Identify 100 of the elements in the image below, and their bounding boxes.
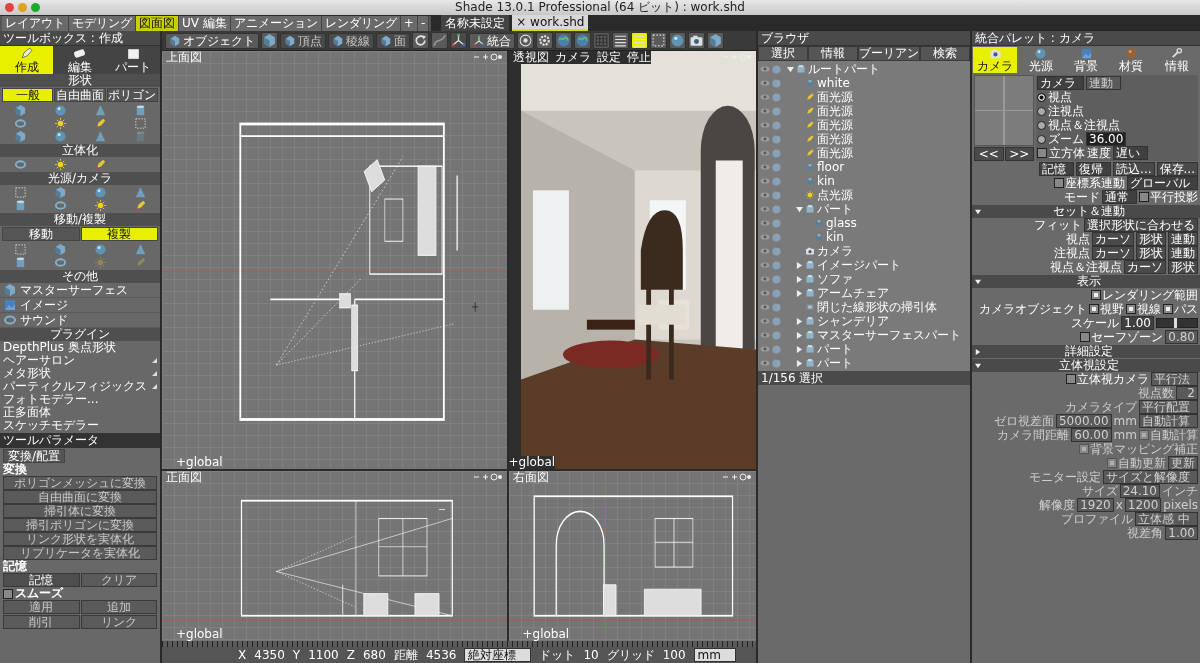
eye-icon[interactable] [760,275,770,283]
tree-item[interactable]: イメージパート [817,258,901,272]
toolbar-button[interactable]: 統合 [469,32,515,49]
viewport[interactable]: 上面図 +global [162,51,507,469]
ring-icon[interactable] [53,199,67,212]
eye-icon[interactable] [760,93,770,101]
group-tab[interactable]: 変換/配置 [3,449,66,463]
expand-arrow[interactable] [796,331,803,339]
dropdown[interactable]: 記憶 [1039,162,1075,176]
expand-arrow[interactable] [796,345,803,353]
dropdown[interactable]: グローバル [1127,176,1198,190]
eye-icon[interactable] [760,233,770,241]
toolbar-button[interactable]: オブジェクト [165,32,259,49]
view-menu[interactable]: 透視図 [512,51,549,64]
plugin-item[interactable]: DepthPlus 奥点形状 [0,341,160,354]
view-menu-item[interactable]: カメラ [554,51,591,64]
pen-icon[interactable] [133,199,147,212]
plugin-item[interactable]: フォトモデラー... [0,393,160,406]
tool-item[interactable]: サウンド [20,313,68,327]
workspace-tab[interactable]: レンダリング [321,16,401,31]
tree-item[interactable]: ソファ [817,272,853,286]
mode-button[interactable]: 編集 [53,46,107,74]
cube-icon[interactable] [13,104,27,117]
palette-tab[interactable]: カメラ [973,47,1018,73]
palette-tab[interactable]: 情報 [1154,47,1200,73]
gear-icon[interactable] [536,32,553,49]
eye-icon[interactable] [760,135,770,143]
section-header[interactable]: その他 [0,270,160,283]
expand-arrow[interactable] [796,275,803,283]
sphere-icon[interactable] [53,130,67,143]
target-icon[interactable] [517,32,534,49]
workspace-tab[interactable]: 図面図 [136,16,179,31]
view-menu[interactable]: 正面図 [166,471,202,484]
cube-icon[interactable] [13,130,27,143]
palette-button[interactable]: 保存... [1156,162,1198,176]
checkbox[interactable] [1139,192,1149,202]
camera-icon[interactable] [688,32,705,49]
view-menu-item[interactable]: 設定 [596,51,621,64]
palette-button[interactable]: カーソ [1092,232,1134,246]
unit-dropdown[interactable]: mm [693,648,736,662]
browser-tab[interactable]: ブーリアン [858,46,920,61]
radio-button[interactable] [1037,92,1046,102]
palette-button[interactable]: 読込... [1113,162,1155,176]
tree-item[interactable]: シャンデリア [817,314,889,328]
palette-tab[interactable]: 背景 [1063,47,1109,73]
section-tab[interactable]: 移動 [2,227,80,241]
palette-tab[interactable]: 光源 [1018,47,1063,73]
cone-icon[interactable] [133,243,147,256]
sphere-icon[interactable] [669,32,686,49]
eye-icon[interactable] [760,107,770,115]
rotate-icon[interactable] [412,32,429,49]
checkbox[interactable] [1126,304,1136,314]
section-tab[interactable]: 複製 [80,227,158,241]
checkbox[interactable] [1163,304,1173,314]
view-menu-item[interactable]: 停止 [626,51,651,64]
view-controls-icon[interactable] [472,473,503,481]
tree-item[interactable]: glass [826,216,857,230]
section-tab[interactable]: 一般 [2,88,54,102]
sun-icon[interactable] [53,158,67,171]
tree-item[interactable]: ルートパート [808,62,880,76]
dropdown[interactable]: 復帰 [1076,162,1112,176]
section-tab[interactable]: ポリゴン [106,88,158,102]
section-tab[interactable]: 自由曲面 [54,88,106,102]
convert-button[interactable]: 記憶 [3,573,80,587]
checkbox[interactable] [1037,148,1047,158]
section-header[interactable]: 光源/カメラ [0,172,160,185]
sun-icon[interactable] [93,199,107,212]
section-header[interactable]: 形状 [0,74,160,87]
list-icon[interactable] [631,32,648,49]
globe-icon[interactable] [555,32,572,49]
sphere-icon[interactable] [93,243,107,256]
expand-arrow[interactable] [796,359,803,367]
cube-icon[interactable] [53,243,67,256]
mode-button[interactable]: 作成 [0,46,54,74]
eye-icon[interactable] [760,317,770,325]
radio-button[interactable] [1037,106,1046,116]
plugin-item[interactable]: スケッチモデラー [0,419,160,432]
dropdown[interactable]: カメラ [1037,76,1084,90]
checkbox[interactable] [3,588,13,599]
section-header[interactable]: セット＆連動 [972,205,1200,218]
workspace-tab[interactable]: アニメーション [230,16,322,31]
minimize-icon[interactable] [18,3,27,12]
expand-arrow[interactable] [796,317,803,325]
cone-icon[interactable] [93,104,107,117]
tree-item[interactable]: パート [817,202,853,216]
palette-button[interactable]: 選択形状に合わせる [1084,218,1198,232]
browser-tab[interactable]: 選択 [758,46,808,61]
eye-icon[interactable] [760,247,770,255]
tree-item[interactable]: 点光源 [817,188,853,202]
palette-button[interactable]: カーソ [1124,260,1166,274]
palette-button[interactable]: 形状 [1136,232,1166,246]
close-icon[interactable] [5,3,14,12]
cube-icon[interactable] [261,32,278,49]
sun-icon[interactable] [53,117,67,130]
tree-item[interactable]: 面光源 [817,90,853,104]
palette-button[interactable]: 形状 [1136,246,1166,260]
collapse-arrow[interactable] [787,65,794,73]
collapse-arrow[interactable] [975,208,981,215]
eye-icon[interactable] [760,219,770,227]
tree-item[interactable]: マスターサーフェスパート [817,328,961,342]
